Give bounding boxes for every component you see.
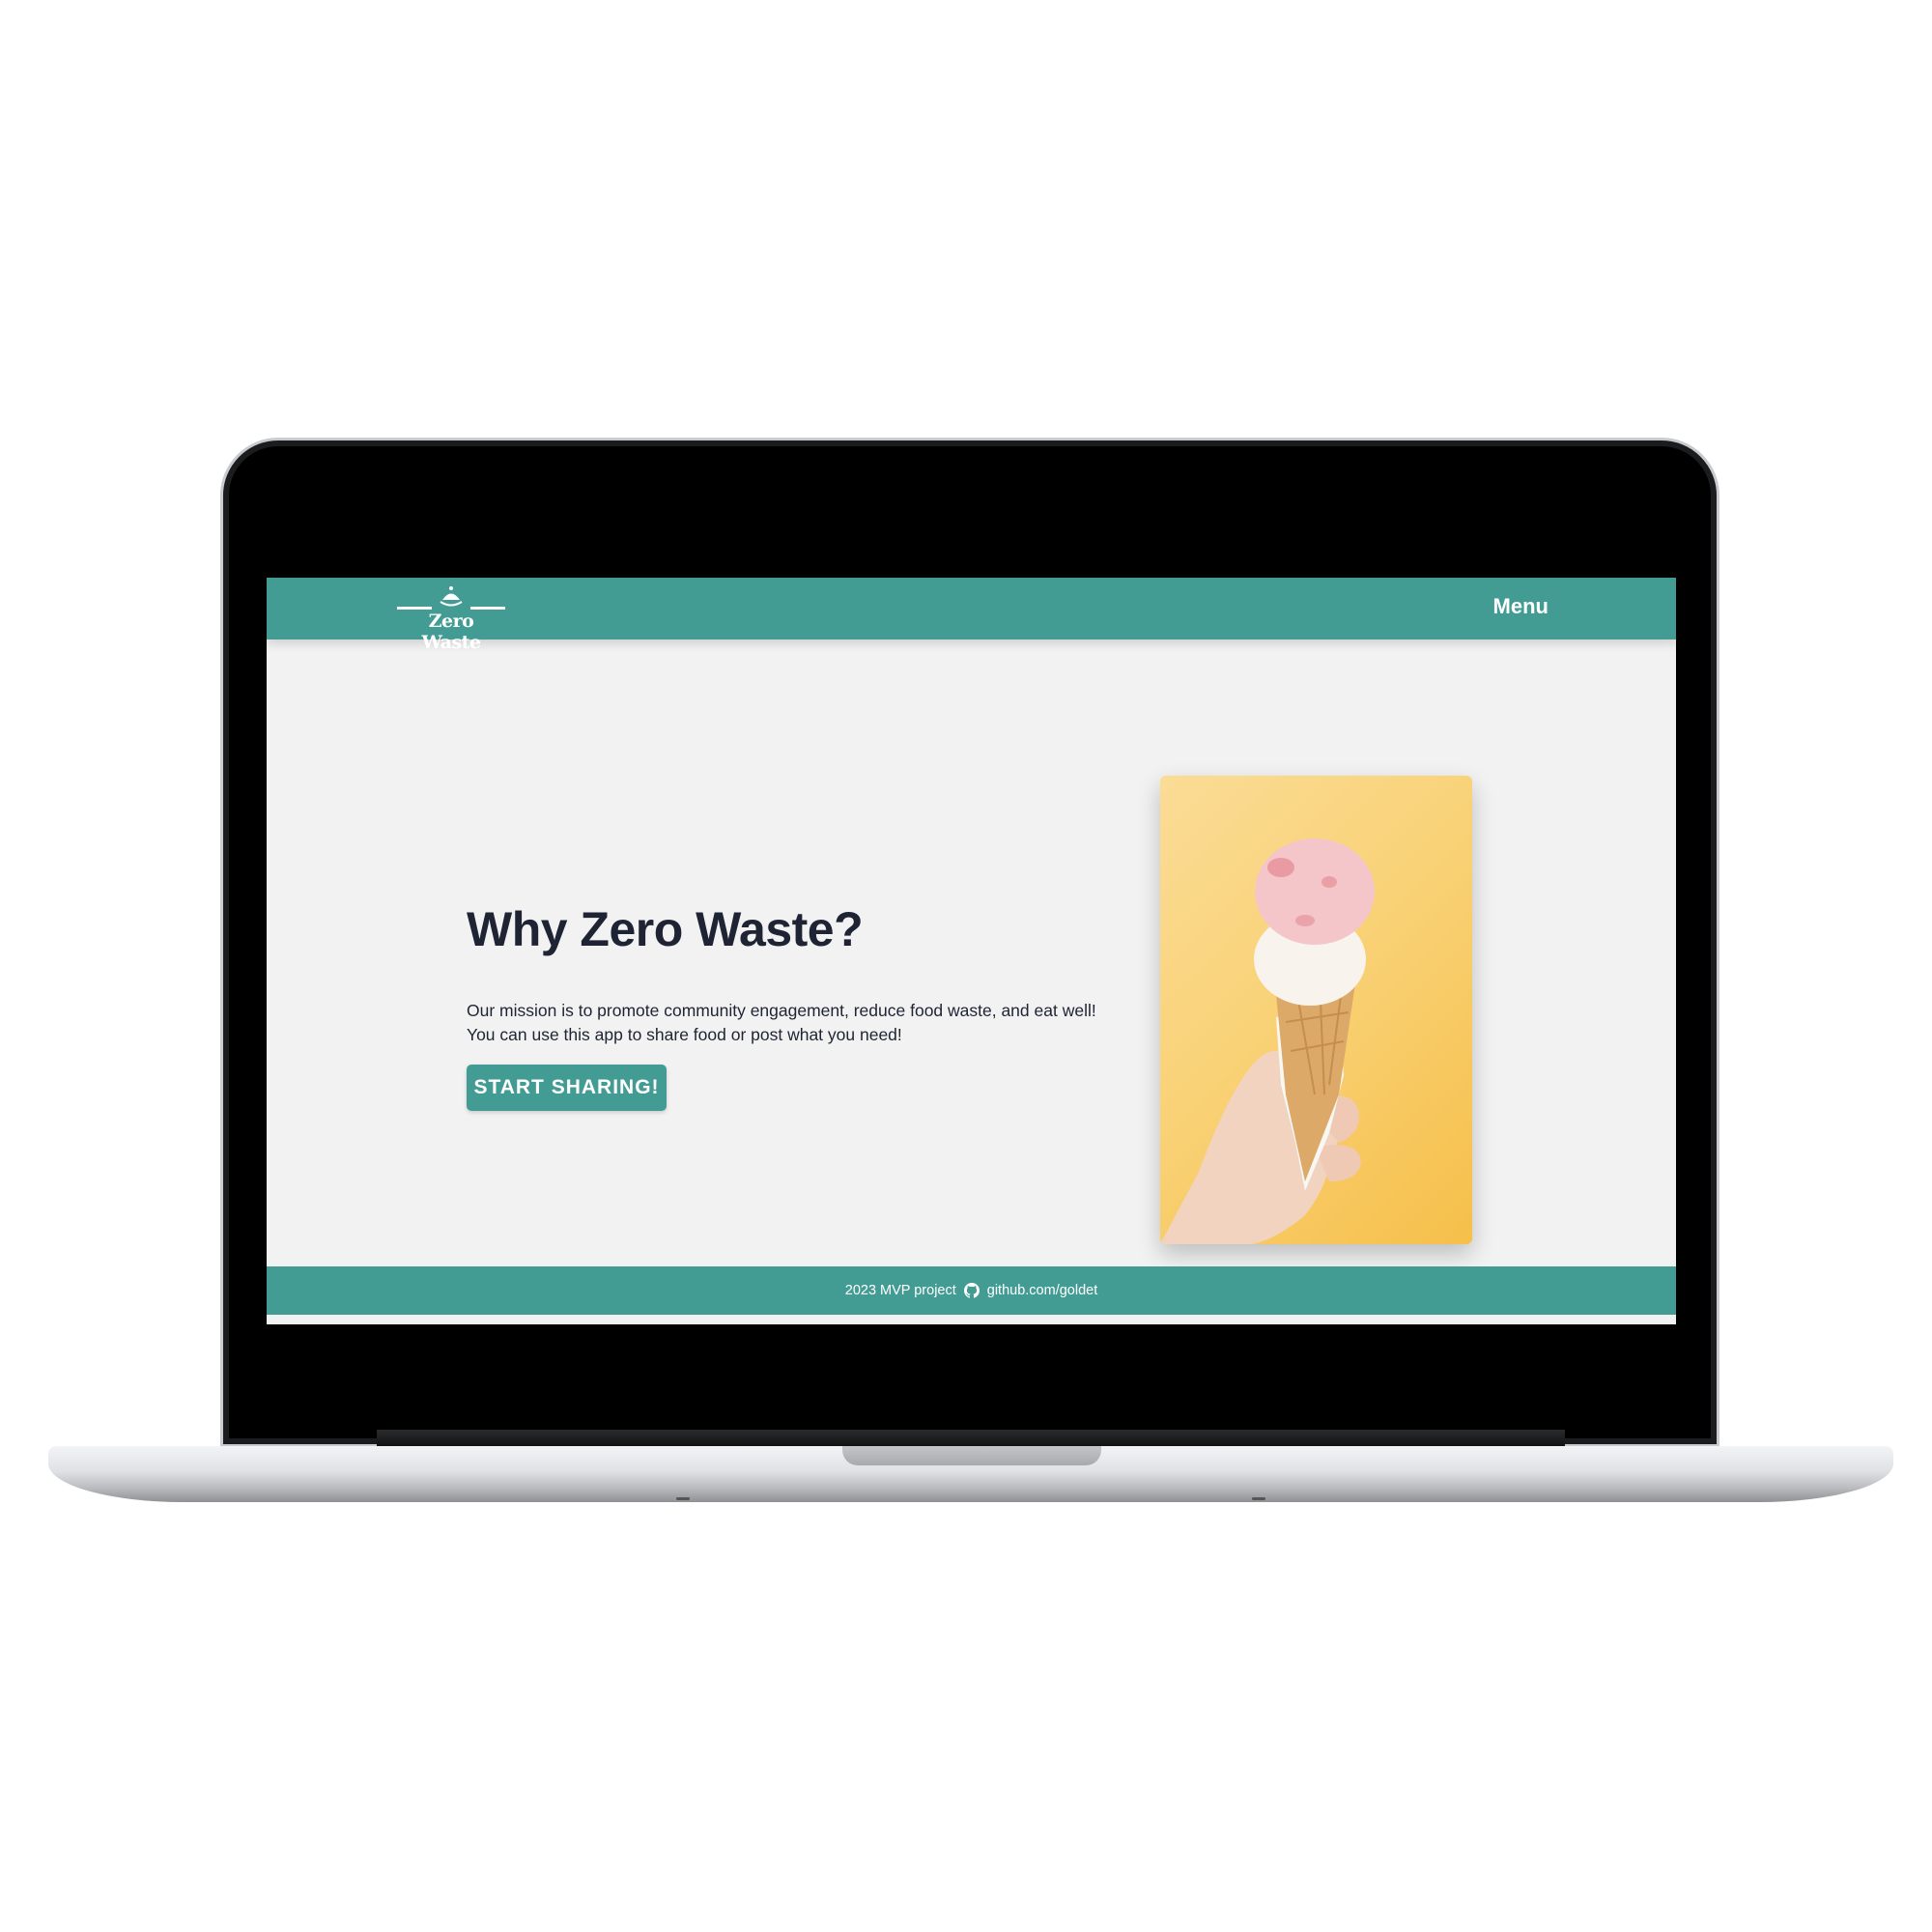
laptop-foot (676, 1497, 690, 1500)
menu-button[interactable]: Menu (1493, 594, 1548, 619)
logo[interactable]: Zero Waste (397, 582, 505, 653)
cloche-logo-icon (440, 586, 463, 607)
hero-description: Our mission is to promote community enga… (467, 999, 1096, 1047)
ice-cream-image (1160, 776, 1472, 1244)
logo-line-left (397, 607, 432, 610)
footer: 2023 MVP project github.com/goldet (267, 1266, 1676, 1315)
hero-description-line2: You can use this app to share food or po… (467, 1025, 902, 1044)
ice-cream-illustration (1160, 838, 1375, 1244)
footer-project-text: 2023 MVP project (844, 1283, 956, 1298)
github-link[interactable]: github.com/goldet (987, 1283, 1097, 1298)
hero-description-line1: Our mission is to promote community enga… (467, 1001, 1096, 1020)
app-screen: Zero Waste Menu Why Zero Waste? Our miss… (267, 578, 1676, 1324)
start-sharing-button[interactable]: START SHARING! (467, 1065, 667, 1111)
github-icon (963, 1283, 980, 1298)
laptop-hinge (377, 1430, 1565, 1447)
navbar: Zero Waste Menu (267, 578, 1676, 653)
laptop-foot (1252, 1497, 1265, 1500)
laptop-notch (842, 1446, 1101, 1465)
logo-line-right (470, 607, 505, 610)
hero-title: Why Zero Waste? (467, 902, 864, 956)
logo-text: Zero Waste (421, 611, 481, 653)
